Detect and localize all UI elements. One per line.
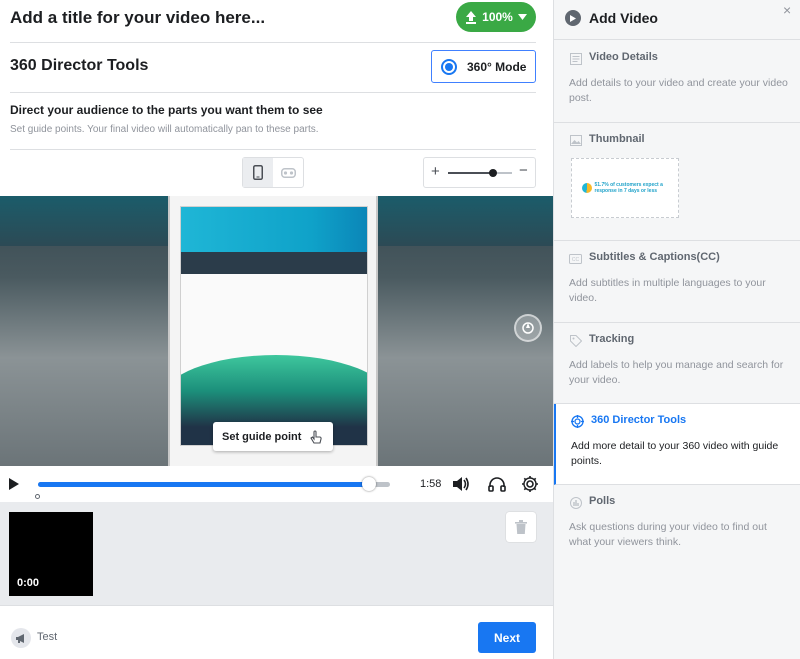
- guide-point-thumbnail[interactable]: 0:00: [9, 512, 93, 596]
- upload-icon: [466, 10, 477, 24]
- player-controls: 1:58: [0, 466, 553, 502]
- video-title-input[interactable]: Add a title for your video here...: [10, 8, 265, 28]
- duration-label: 1:58: [420, 478, 442, 490]
- sidebar-item-title: Video Details: [589, 51, 658, 63]
- sidebar-item-subtitles[interactable]: CC Subtitles & Captions(CC) Add subtitle…: [554, 241, 800, 323]
- guide-point-time: 0:00: [17, 577, 40, 589]
- sidebar-item-thumbnail[interactable]: Thumbnail 51.7% of customers expect a re…: [554, 123, 800, 241]
- progress-fill: [38, 482, 369, 487]
- add-video-sidebar: Add Video × Video Details Add details to…: [553, 0, 800, 659]
- zoom-slider[interactable]: [448, 169, 512, 177]
- volume-icon[interactable]: [450, 473, 472, 495]
- phone-view-button[interactable]: [243, 158, 273, 187]
- progress-handle[interactable]: [361, 477, 376, 491]
- cc-icon: CC: [569, 252, 582, 265]
- vr-headset-icon: [280, 167, 296, 178]
- divider: [10, 42, 536, 43]
- pointer-hand-icon: [310, 429, 323, 444]
- delete-guide-point-button[interactable]: [506, 512, 536, 542]
- zoom-out-button[interactable]: −: [519, 162, 528, 179]
- set-guide-point-button[interactable]: Set guide point: [213, 422, 333, 451]
- test-button[interactable]: Test: [37, 631, 57, 643]
- progress-bar[interactable]: [38, 477, 390, 491]
- sidebar-item-video-details[interactable]: Video Details Add details to your video …: [554, 41, 800, 123]
- sidebar-item-desc: Add labels to help you manage and search…: [569, 359, 784, 386]
- phone-icon: [253, 165, 263, 180]
- sidebar-item-tracking[interactable]: Tracking Add labels to help you manage a…: [554, 323, 800, 404]
- director-headline: Direct your audience to the parts you wa…: [10, 103, 323, 117]
- phone-screen: [180, 206, 368, 446]
- 360-mode-button[interactable]: 360° Mode: [431, 50, 536, 83]
- poll-icon: [569, 496, 582, 509]
- video-preview[interactable]: Set guide point: [0, 196, 553, 466]
- sidebar-item-polls[interactable]: Polls Ask questions during your video to…: [554, 485, 800, 567]
- compass-icon[interactable]: [514, 314, 542, 342]
- thumbnail-text: 51.7% of customers expect a response in …: [594, 182, 663, 194]
- upload-progress-button[interactable]: 100%: [456, 2, 536, 32]
- 360-mode-label: 360° Mode: [467, 59, 527, 74]
- divider: [10, 92, 536, 93]
- sidebar-item-desc: Add details to your video and create you…: [569, 77, 788, 104]
- guide-point-marker[interactable]: [35, 494, 40, 499]
- trash-icon: [515, 520, 527, 534]
- zoom-in-button[interactable]: +: [431, 163, 440, 180]
- megaphone-icon[interactable]: [11, 628, 31, 648]
- sidebar-item-title: 360 Director Tools: [591, 414, 687, 426]
- sidebar-item-title: Subtitles & Captions(CC): [589, 251, 720, 263]
- director-tools-title: 360 Director Tools: [10, 57, 149, 74]
- headset-view-button[interactable]: [273, 158, 303, 187]
- zoom-slider-handle[interactable]: [488, 169, 497, 177]
- zoom-slider-fill: [448, 172, 493, 174]
- tag-icon: [569, 334, 582, 347]
- sidebar-item-360-director-tools[interactable]: 360 Director Tools Add more detail to yo…: [554, 404, 800, 485]
- pano-left-view: [0, 196, 168, 466]
- svg-text:CC: CC: [572, 257, 580, 263]
- zoom-control: + −: [423, 157, 536, 188]
- guide-point-timeline: 0:00: [0, 502, 553, 605]
- sidebar-item-title: Polls: [589, 495, 616, 507]
- sidebar-title: Add Video: [589, 10, 658, 26]
- director-subtext: Set guide points. Your final video will …: [10, 124, 319, 135]
- target-icon: [571, 415, 584, 428]
- play-circle-icon: [565, 10, 581, 26]
- divider: [10, 149, 536, 150]
- play-icon[interactable]: [8, 477, 20, 491]
- headphones-icon[interactable]: [486, 473, 508, 495]
- sidebar-item-title: Tracking: [589, 333, 635, 345]
- settings-gear-icon[interactable]: [519, 473, 541, 495]
- footer-bar: Test Next: [0, 605, 553, 659]
- editor-pane: Add a title for your video here... 100% …: [0, 0, 553, 659]
- sidebar-item-desc: Add subtitles in multiple languages to y…: [569, 277, 766, 304]
- thumbnail-preview[interactable]: 51.7% of customers expect a response in …: [571, 158, 679, 218]
- sidebar-item-desc: Ask questions during your video to find …: [569, 521, 767, 548]
- next-button[interactable]: Next: [478, 622, 536, 653]
- title-row: Add a title for your video here... 100%: [0, 0, 553, 42]
- view-mode-toggle: [242, 157, 304, 188]
- video-details-icon: [569, 52, 582, 65]
- chevron-down-icon: [517, 14, 527, 20]
- set-guide-point-label: Set guide point: [222, 430, 302, 443]
- close-icon[interactable]: ×: [783, 2, 791, 18]
- radio-selected-icon: [441, 58, 457, 75]
- sidebar-item-title: Thumbnail: [589, 133, 645, 145]
- upload-progress-label: 100%: [482, 10, 513, 24]
- image-icon: [569, 134, 582, 147]
- sidebar-item-desc: Add more detail to your 360 video with g…: [571, 440, 779, 467]
- sidebar-header: Add Video ×: [554, 0, 800, 40]
- pie-chart-icon: [581, 183, 592, 193]
